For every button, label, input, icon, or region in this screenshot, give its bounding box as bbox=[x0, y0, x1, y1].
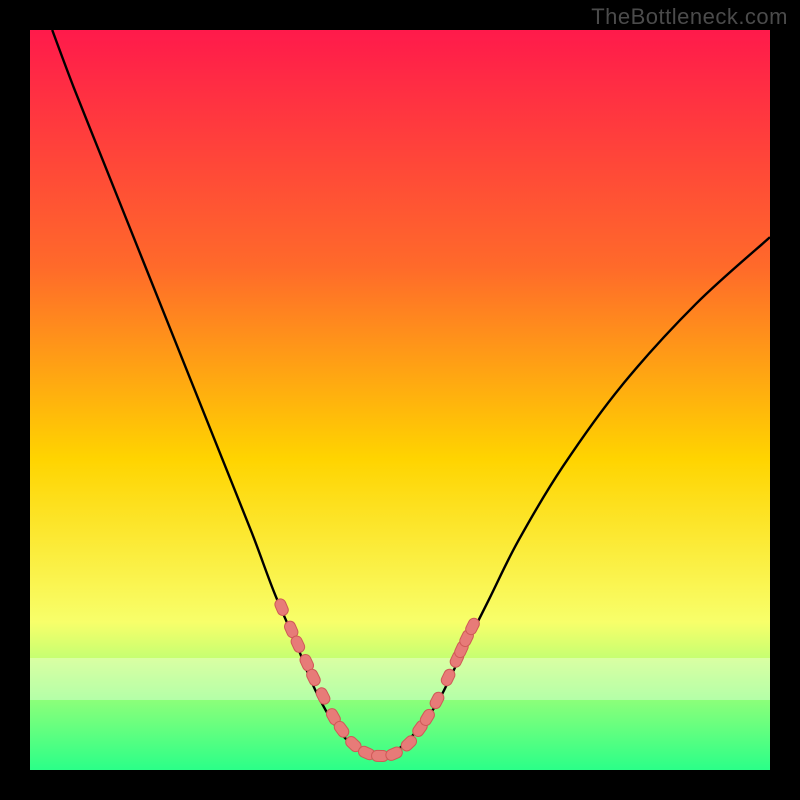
watermark-text: TheBottleneck.com bbox=[591, 4, 788, 30]
pale-band bbox=[30, 658, 770, 700]
bottleneck-chart bbox=[30, 30, 770, 770]
chart-frame bbox=[30, 30, 770, 770]
